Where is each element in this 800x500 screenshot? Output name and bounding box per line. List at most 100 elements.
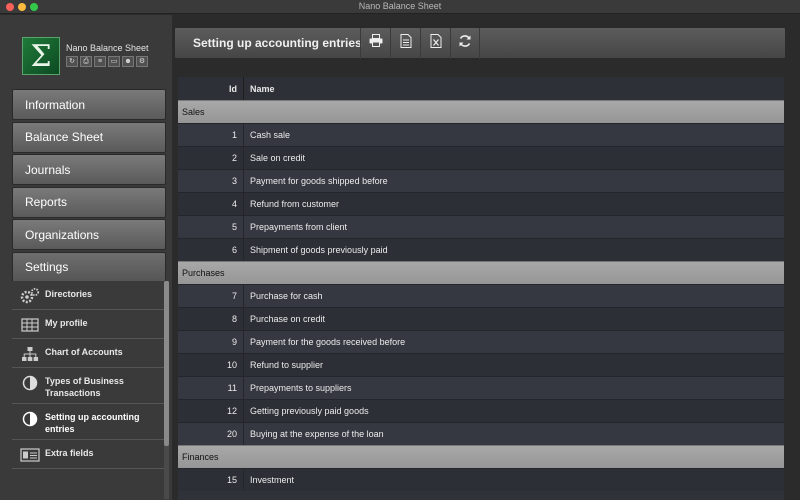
sidebar-scrollbar[interactable]	[164, 281, 169, 499]
nav-settings[interactable]: Settings	[12, 251, 166, 283]
cell-name: Buying at the expense of the loan	[250, 429, 384, 439]
print-icon	[369, 34, 383, 52]
app-name: Nano Balance Sheet	[66, 43, 149, 53]
excel-icon	[430, 33, 442, 53]
cell-name: Sale on credit	[250, 153, 306, 163]
export-excel-button[interactable]	[420, 27, 450, 59]
cell-name: Investment	[250, 475, 295, 485]
cell-id: 1	[178, 124, 244, 146]
sidebar-item-accounting-entries[interactable]: Setting up accounting entries	[12, 404, 164, 440]
cell-name: Purchase for cash	[250, 291, 323, 301]
cell-id: 2	[178, 147, 244, 169]
main-nav: Information Balance Sheet Journals Repor…	[12, 89, 166, 284]
table-row[interactable]: 3 Payment for goods shipped before	[178, 169, 784, 192]
cell-name: Prepayments from client	[250, 222, 348, 232]
cell-name: Payment for the goods received before	[250, 337, 406, 347]
sidebar-item-label: Directories	[45, 289, 93, 299]
cell-name: Payment for goods shipped before	[250, 176, 388, 186]
cell-id: 8	[178, 308, 244, 330]
table-row[interactable]: 9 Payment for the goods received before	[178, 330, 784, 353]
sidebar-item-label: My profile	[45, 318, 88, 328]
quick-actions: ↻ ⎙ ≡ ▭ ☻ ⚙	[66, 56, 148, 67]
table-row[interactable]: 7 Purchase for cash	[178, 284, 784, 307]
cell-name: Refund to supplier	[250, 360, 324, 370]
window-titlebar: Nano Balance Sheet	[0, 0, 800, 14]
table-row[interactable]: 4 Refund from customer	[178, 192, 784, 215]
cell-id: 15	[178, 469, 244, 491]
sidebar-item-my-profile[interactable]: My profile	[12, 310, 164, 339]
table-row[interactable]: 15 Investment	[178, 468, 784, 491]
cell-id: 10	[178, 354, 244, 376]
logo-area: Σ Nano Balance Sheet ↻ ⎙ ≡ ▭ ☻ ⚙	[0, 15, 172, 85]
nav-information[interactable]: Information	[12, 89, 166, 120]
table-row[interactable]: 8 Purchase on credit	[178, 307, 784, 330]
half-circle-icon	[20, 410, 40, 428]
cell-id: 12	[178, 400, 244, 422]
table-row[interactable]: 6 Shipment of goods previously paid	[178, 238, 784, 261]
accounting-entries-table: Id Name Sales 1 Cash sale 2 Sale on credit 3 P…	[178, 77, 784, 500]
sidebar-item-extra-fields[interactable]: Extra fields	[12, 440, 164, 469]
group-header[interactable]: Finances	[178, 445, 784, 468]
sidebar-item-directories[interactable]: Directories	[12, 281, 164, 310]
cell-name: Refund from customer	[250, 199, 340, 209]
window-title: Nano Balance Sheet	[358, 1, 442, 11]
group-header[interactable]: Purchases	[178, 261, 784, 284]
document-icon[interactable]: ≡	[94, 56, 106, 67]
table-row[interactable]: 2 Sale on credit	[178, 146, 784, 169]
refresh-icon[interactable]: ↻	[66, 56, 78, 67]
app-logo: Σ	[22, 37, 60, 75]
document-icon	[400, 33, 412, 53]
refresh-icon	[458, 34, 472, 53]
sidebar-item-label: Chart of Accounts	[45, 347, 123, 357]
cell-id: 5	[178, 216, 244, 238]
copy-icon[interactable]: ▭	[108, 56, 120, 67]
sidebar-item-chart-of-accounts[interactable]: Chart of Accounts	[12, 339, 164, 368]
cell-id: 20	[178, 423, 244, 445]
table-row[interactable]: 1 Cash sale	[178, 123, 784, 146]
settings-icon[interactable]: ⚙	[136, 56, 148, 67]
sidebar-item-label: Setting up accounting entries	[45, 412, 140, 434]
sidebar-scroll-thumb[interactable]	[164, 281, 169, 446]
table-row[interactable]: 12 Getting previously paid goods	[178, 399, 784, 422]
nav-balance-sheet[interactable]: Balance Sheet	[12, 121, 166, 153]
cell-id: 9	[178, 331, 244, 353]
column-header-id[interactable]: Id	[178, 77, 244, 100]
sidebar-item-label: Types of Business Transactions	[45, 376, 124, 398]
nav-journals[interactable]: Journals	[12, 154, 166, 185]
users-icon[interactable]: ☻	[122, 56, 134, 67]
cell-id: 6	[178, 239, 244, 261]
print-icon[interactable]: ⎙	[80, 56, 92, 67]
document-button[interactable]	[390, 27, 420, 59]
cell-id: 3	[178, 170, 244, 192]
cell-name: Cash sale	[250, 130, 291, 140]
table-row[interactable]: 20 Buying at the expense of the loan	[178, 422, 784, 445]
cell-id: 4	[178, 193, 244, 215]
cell-name: Prepayments to suppliers	[250, 383, 352, 393]
settings-subnav: Directories My profile Chart of Accounts…	[12, 281, 164, 499]
refresh-button[interactable]	[450, 27, 480, 59]
cell-id: 7	[178, 285, 244, 307]
cell-name: Getting previously paid goods	[250, 406, 369, 416]
page-title: Setting up accounting entries	[193, 36, 362, 50]
cell-name: Purchase on credit	[250, 314, 326, 324]
column-header-name[interactable]: Name	[244, 84, 275, 94]
sidebar-item-label: Extra fields	[45, 448, 94, 458]
form-icon	[20, 446, 40, 464]
sidebar: Σ Nano Balance Sheet ↻ ⎙ ≡ ▭ ☻ ⚙ Informa…	[0, 15, 172, 500]
gears-icon	[20, 287, 40, 305]
table-row[interactable]: 11 Prepayments to suppliers	[178, 376, 784, 399]
group-header[interactable]: Sales	[178, 100, 784, 123]
sidebar-item-business-transactions[interactable]: Types of Business Transactions	[12, 368, 164, 404]
print-button[interactable]	[360, 27, 390, 59]
hierarchy-icon	[20, 345, 40, 363]
nav-organizations[interactable]: Organizations	[12, 219, 166, 250]
table-row[interactable]: 10 Refund to supplier	[178, 353, 784, 376]
table-body: Sales 1 Cash sale 2 Sale on credit 3 Payment f…	[178, 100, 784, 491]
cell-id: 11	[178, 377, 244, 399]
grid-icon	[20, 316, 40, 334]
table-header: Id Name	[178, 77, 784, 100]
table-row[interactable]: 5 Prepayments from client	[178, 215, 784, 238]
nav-reports[interactable]: Reports	[12, 186, 166, 218]
toolbar: Setting up accounting entries	[174, 27, 786, 59]
cell-name: Shipment of goods previously paid	[250, 245, 388, 255]
